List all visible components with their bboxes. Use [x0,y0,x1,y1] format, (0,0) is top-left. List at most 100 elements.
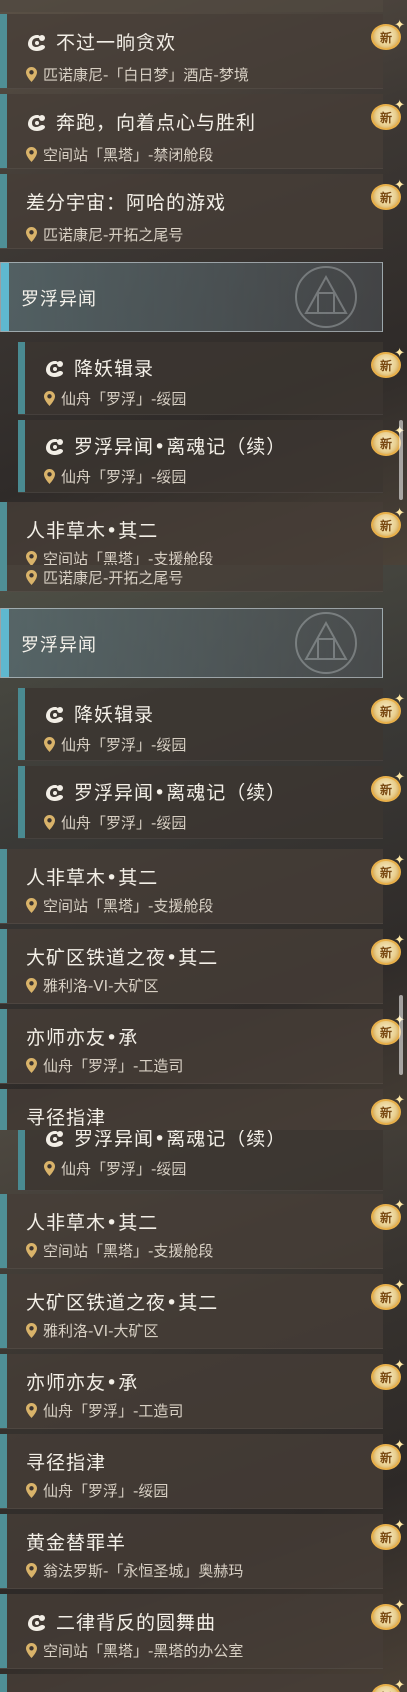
mission-icon [44,782,66,802]
section-header-luofu[interactable]: 罗浮异闻 [0,262,383,332]
quest-location: 翁法罗斯-「永恒圣城」奥赫玛 [43,1562,244,1580]
quest-title: 人非草木•其二 [26,867,159,889]
sparkle-icon: ✦ [394,506,405,521]
sparkle-icon: ✦ [394,1278,405,1293]
row-accent-bar [0,1434,7,1508]
quest-item[interactable]: 二律背反的圆舞曲 空间站「黑塔」-黑塔的办公室 新 ✦ [0,1594,405,1669]
location-pin-icon [26,978,37,993]
row-accent-bar [0,849,7,923]
quest-item[interactable]: 人非草木•其二 空间站「黑塔」-支援舱段 新 ✦ [0,1194,405,1269]
row-accent-bar [0,1674,7,1692]
location-pin-icon [44,391,55,406]
quest-title: 降妖辑录 [74,704,155,726]
quest-location: 空间站「黑塔」-禁闭舱段 [43,146,214,164]
row-accent-bar [0,1089,7,1130]
quest-item[interactable]: 差分宇宙：阿哈的游戏 匹诺康尼-开拓之尾号 新 ✦ [0,174,405,249]
mission-icon [44,436,66,456]
luofu-emblem-icon [276,263,376,331]
new-badge: 新✦ [371,1198,405,1232]
new-badge: 新✦ [371,933,405,967]
quest-location: 空间站「黑塔」-支援舱段 [43,1242,214,1260]
quest-item[interactable]: 寻径指津 仙舟「罗浮」-绥园 新 ✦ [0,1434,405,1509]
quest-title: 二律背反的圆舞曲 [56,1612,217,1634]
row-accent-bar [18,1130,25,1190]
mission-icon [26,112,48,132]
mission-icon [44,1130,66,1148]
quest-title: 大矿区铁道之夜•其二 [26,947,219,969]
row-accent-bar [0,1274,7,1348]
quest-title: 人非草木•其二 [26,1212,159,1234]
row-accent-bar [18,342,25,414]
row-accent-bar [0,502,7,565]
quest-title: 寻径指津 [26,1107,107,1129]
quest-location: 匹诺康尼-开拓之尾号 [43,569,184,587]
quest-location: 雅利洛-VI-大矿区 [43,977,159,995]
row-accent-bar [0,565,7,591]
new-badge: 新✦ [371,18,405,52]
quest-item[interactable]: 人非草木•其二 空间站「黑塔」-支援舱段 新 ✦ [0,849,405,924]
quest-item[interactable]: 不过一晌贪欢 匹诺康尼-「白日梦」酒店-梦境 新 ✦ [0,14,405,89]
row-accent-bar [0,1194,7,1268]
quest-location: 空间站「黑塔」-黑塔的办公室 [43,1642,244,1660]
quest-item-partial[interactable]: 匹诺康尼-开拓之尾号 [0,565,383,592]
quest-title: 不过一晌贪欢 [56,32,177,54]
scrollbar-thumb[interactable] [399,995,403,1075]
section-header-luofu[interactable]: 罗浮异闻 [0,608,383,678]
quest-item-partial[interactable]: 新✦ [0,1674,405,1692]
quest-item[interactable]: 黄金替罪羊 翁法罗斯-「永恒圣城」奥赫玛 新 ✦ [0,1514,405,1589]
sparkle-icon: ✦ [394,770,405,785]
quest-title: 罗浮异闻•离魂记（续） [74,782,287,804]
location-pin-icon [26,570,37,585]
sparkle-icon: ✦ [394,853,405,868]
section-title: 罗浮异闻 [21,635,97,656]
location-pin-icon [44,737,55,752]
location-pin-icon [26,227,37,242]
quest-location: 匹诺康尼-开拓之尾号 [43,226,184,244]
location-pin-icon [26,1563,37,1578]
mission-icon [26,32,48,52]
quest-list-panel-1: 不过一晌贪欢 匹诺康尼-「白日梦」酒店-梦境 新 ✦ 奔跑，向着点心与胜利 空间站… [0,0,407,565]
quest-item[interactable]: 寻径指津 新 ✦ [0,1089,405,1130]
quest-title: 罗浮异闻•离魂记（续） [74,1130,287,1150]
sparkle-icon: ✦ [394,1438,405,1453]
sparkle-icon: ✦ [394,1358,405,1373]
quest-sub-item[interactable]: 降妖辑录 仙舟「罗浮」-绥园 新 ✦ [18,342,405,415]
quest-location: 仙舟「罗浮」-工造司 [43,1057,184,1075]
mission-icon [44,704,66,724]
row-accent-bar [18,420,25,492]
new-badge: 新✦ [371,346,405,380]
quest-location: 仙舟「罗浮」-绥园 [61,736,187,754]
location-pin-icon [44,1161,55,1176]
quest-item[interactable]: 大矿区铁道之夜•其二 雅利洛-VI-大矿区 新 ✦ [0,1274,405,1349]
sparkle-icon: ✦ [394,1518,405,1533]
sparkle-icon: ✦ [394,1598,405,1613]
quest-item[interactable]: 人非草木•其二 空间站「黑塔」-支援舱段 新 ✦ [0,502,405,565]
quest-item[interactable]: 亦师亦友•承 仙舟「罗浮」-工造司 新✦ [0,1354,405,1429]
new-badge: 新✦ [371,853,405,887]
quest-location: 空间站「黑塔」-支援舱段 [43,897,214,915]
location-pin-icon [26,551,37,565]
quest-item[interactable]: 大矿区铁道之夜•其二 雅利洛-VI-大矿区 新 ✦ [0,929,405,1004]
quest-sub-item[interactable]: 降妖辑录 仙舟「罗浮」-绥园 新 ✦ [18,688,405,761]
quest-location: 雅利洛-VI-大矿区 [43,1322,159,1340]
new-badge: 新✦ [371,692,405,726]
quest-location: 仙舟「罗浮」-绥园 [61,468,187,486]
sparkle-icon: ✦ [394,98,405,113]
sparkle-icon: ✦ [394,178,405,193]
row-accent-bar [0,174,7,248]
row-accent-bar [18,688,25,760]
quest-location: 仙舟「罗浮」-绥园 [61,1160,187,1178]
sparkle-icon: ✦ [394,1093,405,1108]
new-badge: 新✦ [371,770,405,804]
sparkle-icon: ✦ [394,933,405,948]
quest-item[interactable]: 奔跑，向着点心与胜利 空间站「黑塔」-禁闭舱段 新 ✦ [0,94,405,169]
quest-location: 仙舟「罗浮」-工造司 [43,1402,184,1420]
quest-sub-item-partial[interactable]: 罗浮异闻•离魂记（续） 仙舟「罗浮」-绥园 [18,1130,383,1191]
sparkle-icon: ✦ [394,346,405,361]
quest-sub-item[interactable]: 罗浮异闻•离魂记（续） 仙舟「罗浮」-绥园 新✦ [18,766,405,839]
quest-item[interactable]: 亦师亦友•承 仙舟「罗浮」-工造司 新✦ [0,1009,405,1084]
new-badge: 新✦ [371,1678,405,1692]
scrollbar-thumb[interactable] [399,420,403,500]
quest-title: 奔跑，向着点心与胜利 [56,112,257,134]
quest-sub-item[interactable]: 罗浮异闻•离魂记（续） 仙舟「罗浮」-绥园 新✦ [18,420,405,493]
